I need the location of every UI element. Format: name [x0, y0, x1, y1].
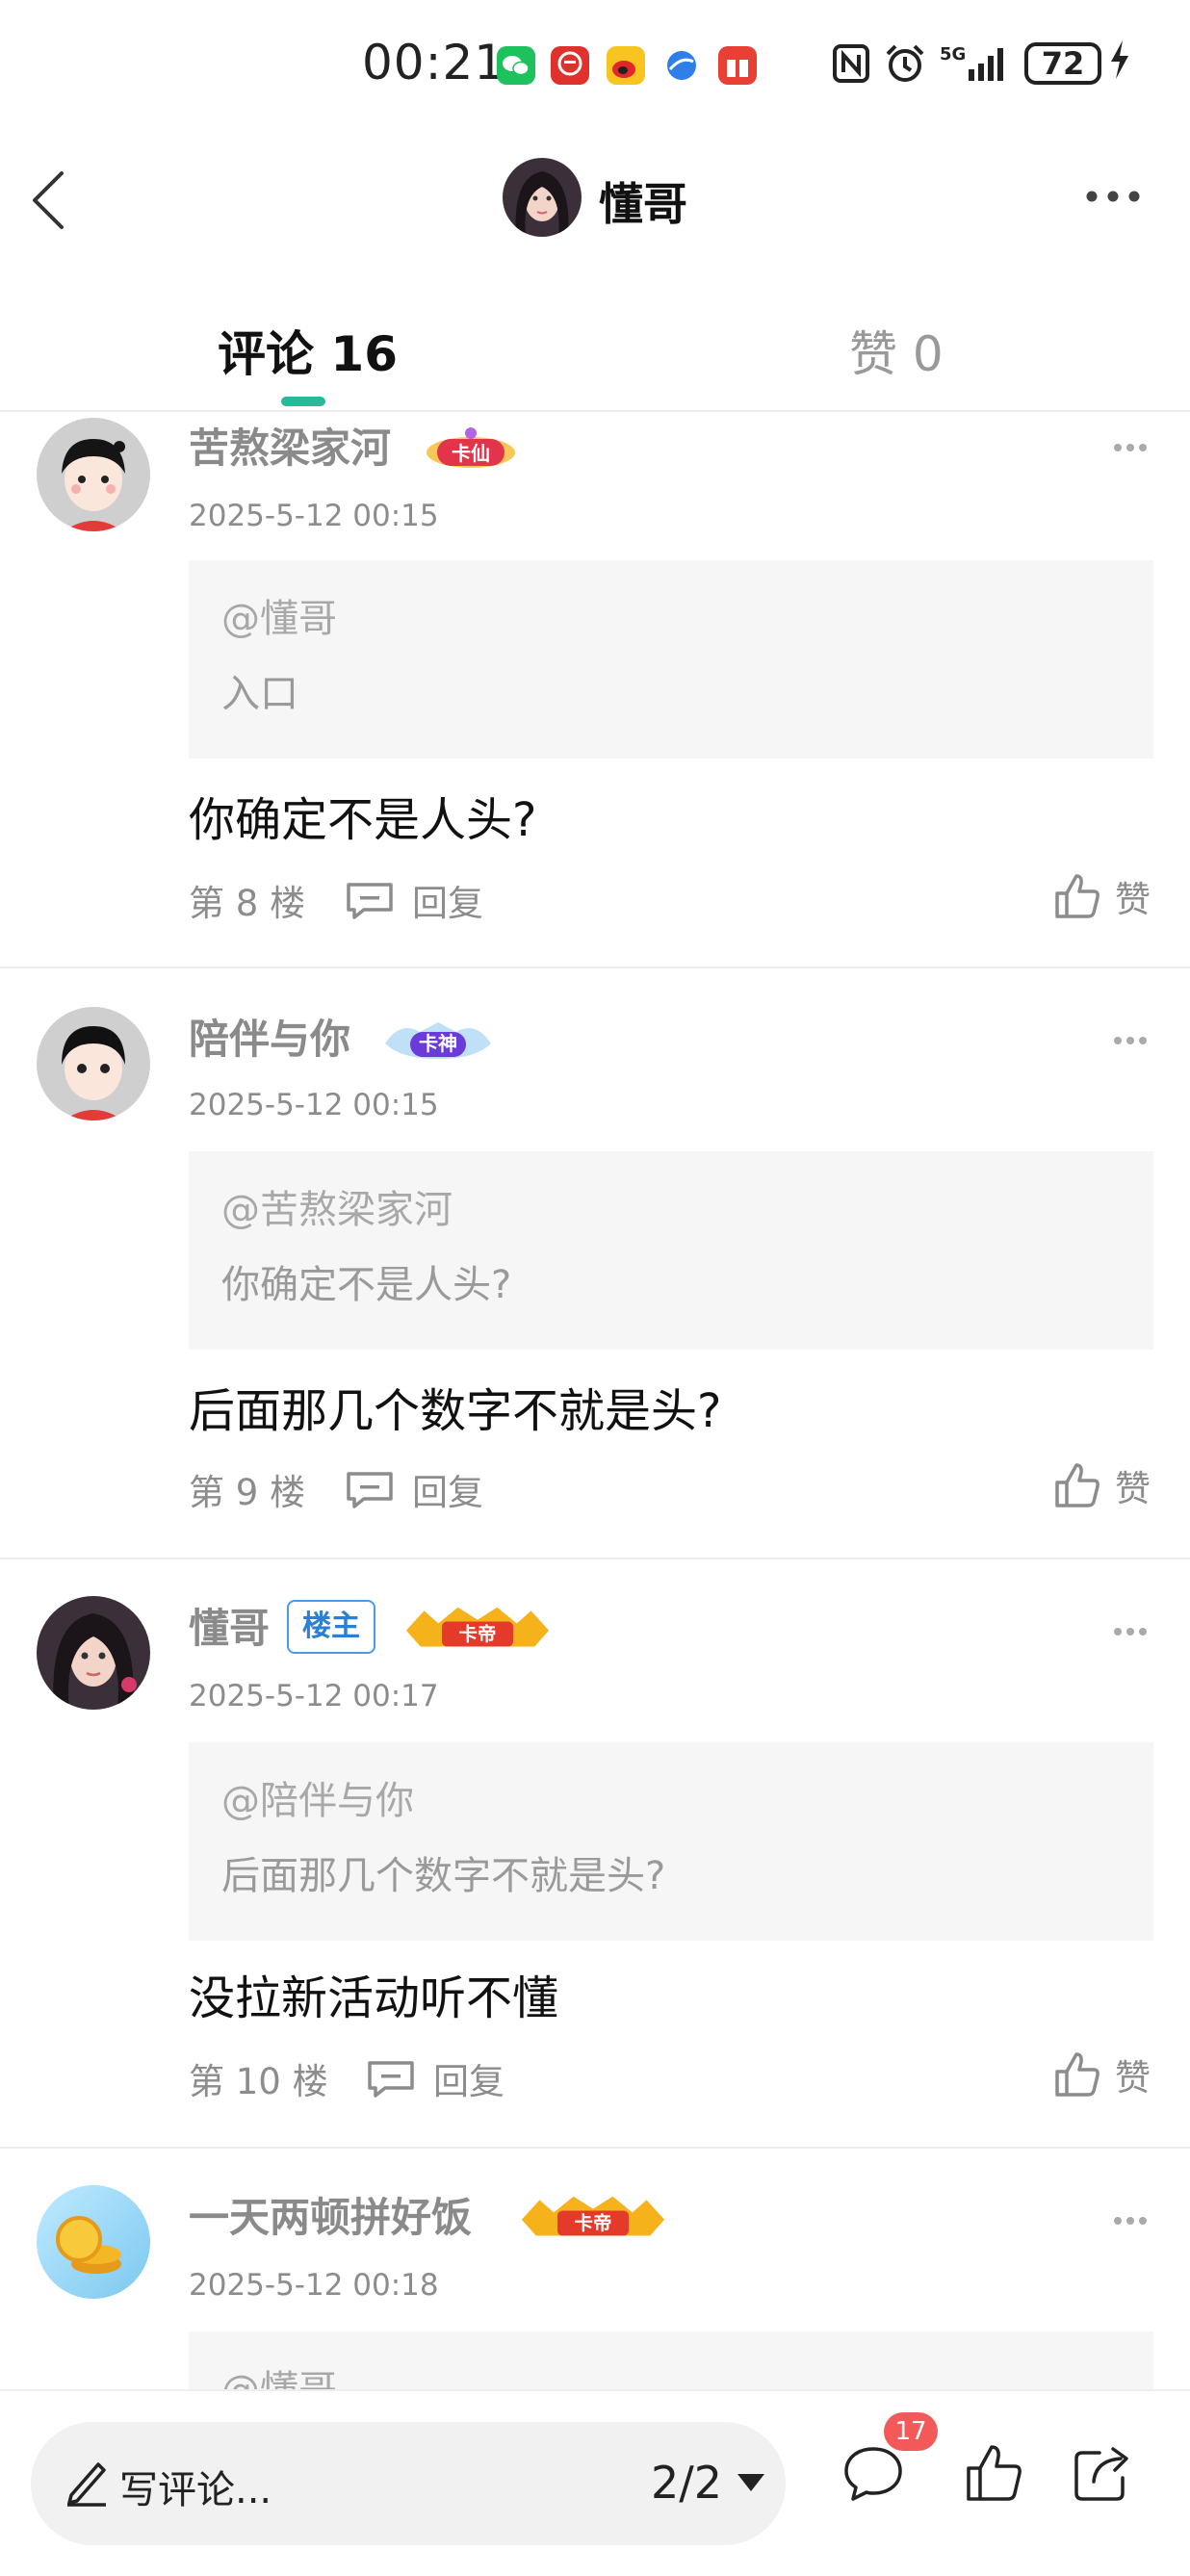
page-title: 懂哥 — [599, 178, 687, 230]
page-indicator[interactable]: 2/2 — [651, 2457, 722, 2509]
signal-icon: 5G — [940, 44, 1003, 81]
thumbs-up-icon — [1055, 874, 1099, 918]
comment-timestamp: 2025-5-12 00:17 — [189, 1679, 439, 1713]
comment-more-icon[interactable] — [1113, 1036, 1148, 1045]
reply-button[interactable]: 回复 — [366, 2052, 504, 2104]
owner-tag: 楼主 — [287, 1600, 375, 1654]
avatar[interactable] — [37, 418, 150, 531]
comment-text: 后面那几个数字不就是头? — [189, 1384, 722, 1438]
share-icon[interactable] — [1071, 2441, 1134, 2505]
bottom-action-bar: 写评论... 2/2 17 — [0, 2389, 1190, 2576]
tab-comments[interactable]: 评论 16 — [218, 316, 398, 385]
svg-text:卡仙: 卡仙 — [452, 442, 490, 465]
comment-text: 你确定不是人头? — [189, 793, 537, 847]
status-time: 00:21 — [362, 35, 506, 90]
comment-timestamp: 2025-5-12 00:18 — [189, 2268, 439, 2303]
charging-icon — [1107, 39, 1132, 90]
tab-likes[interactable]: 赞 0 — [849, 316, 944, 385]
comment-item: 陪伴与你 卡神 2025-5-12 00:15 @苦熬梁家河 你确定不是人头? … — [0, 968, 1190, 1559]
svg-text:5G: 5G — [940, 44, 966, 64]
comment-icon[interactable] — [841, 2441, 905, 2505]
tab-active-indicator — [281, 397, 325, 406]
app-gift-icon — [718, 46, 757, 85]
avatar[interactable] — [37, 2185, 150, 2299]
thumbs-up-icon — [1055, 2052, 1099, 2097]
comment-more-icon[interactable] — [1113, 1627, 1148, 1636]
comment-more-icon[interactable] — [1113, 443, 1148, 452]
reply-label: 回复 — [412, 883, 483, 924]
floor-number: 第 8 楼 — [189, 883, 306, 924]
comment-count-badge: 17 — [884, 2412, 938, 2451]
floor-number: 第 9 楼 — [189, 1472, 306, 1513]
comment-input-placeholder: 写评论... — [119, 2468, 272, 2512]
wechat-icon — [497, 46, 535, 85]
like-label: 赞 — [1115, 879, 1151, 920]
quoted-username: @懂哥 — [221, 2358, 337, 2389]
like-button[interactable]: 赞 — [1053, 870, 1151, 922]
thumbs-up-icon[interactable] — [963, 2441, 1026, 2505]
comment-item: 一天两顿拼好饭 卡帝 2025-5-12 00:18 @懂哥 — [0, 2149, 1190, 2389]
comment-username[interactable]: 苦熬梁家河 — [189, 416, 391, 475]
comment-timestamp: 2025-5-12 00:15 — [189, 1088, 439, 1122]
comment-input[interactable]: 写评论... 2/2 — [31, 2422, 786, 2545]
level-badge-kadi: 卡帝 — [405, 1607, 550, 1647]
reply-button[interactable]: 回复 — [345, 874, 483, 926]
weibo-icon — [607, 46, 645, 85]
comment-timestamp: 2025-5-12 00:15 — [189, 499, 439, 533]
chevron-down-icon[interactable] — [737, 2474, 764, 2491]
comment-username[interactable]: 懂哥 — [189, 1596, 270, 1655]
quoted-text: 你确定不是人头? — [221, 1263, 512, 1307]
quoted-username: @陪伴与你 — [221, 1779, 414, 1823]
quoted-comment[interactable]: @懂哥 入口 — [189, 560, 1153, 759]
reply-button[interactable]: 回复 — [345, 1463, 483, 1515]
pencil-icon — [67, 2462, 106, 2507]
quoted-text: 后面那几个数字不就是头? — [221, 1854, 666, 1898]
more-options-icon[interactable] — [1084, 189, 1142, 204]
tab-bar: 评论 16 赞 0 — [0, 289, 1190, 412]
reply-label: 回复 — [412, 1472, 483, 1513]
top-nav: 懂哥 — [0, 135, 1190, 260]
battery-indicator: 72 — [1024, 42, 1101, 85]
level-badge-kaxian: 卡仙 — [427, 427, 515, 468]
comment-item: 懂哥 楼主 卡帝 2025-5-12 00:17 @陪伴与你 后面那几个数字不就… — [0, 1559, 1190, 2149]
app-red-icon — [551, 46, 589, 85]
quoted-text: 入口 — [221, 672, 298, 716]
like-label: 赞 — [1115, 2057, 1151, 2099]
like-button[interactable]: 赞 — [1053, 2048, 1151, 2100]
level-badge-kadi: 卡帝 — [521, 2196, 665, 2236]
svg-text:卡帝: 卡帝 — [459, 1623, 497, 1645]
svg-text:卡帝: 卡帝 — [575, 2212, 612, 2234]
alarm-icon — [886, 44, 924, 82]
reply-icon — [347, 883, 393, 919]
like-button[interactable]: 赞 — [1053, 1459, 1151, 1511]
quoted-username: @懂哥 — [221, 597, 337, 641]
quoted-comment[interactable]: @陪伴与你 后面那几个数字不就是头? — [189, 1742, 1153, 1941]
comment-item: 苦熬梁家河 卡仙 2025-5-12 00:15 @懂哥 入口 你确定不是人头?… — [0, 414, 1190, 968]
quoted-username: @苦熬梁家河 — [221, 1188, 453, 1232]
thumbs-up-icon — [1055, 1463, 1099, 1507]
author-avatar[interactable] — [503, 158, 582, 237]
svg-text:卡神: 卡神 — [419, 1032, 457, 1055]
comment-more-icon[interactable] — [1113, 2216, 1148, 2226]
avatar[interactable] — [37, 1596, 150, 1710]
comment-username[interactable]: 一天两顿拼好饭 — [189, 2185, 472, 2244]
level-badge-kashen: 卡神 — [385, 1022, 491, 1059]
back-icon[interactable] — [27, 169, 69, 231]
like-label: 赞 — [1115, 1468, 1151, 1509]
status-system-icons: 5G — [832, 42, 1013, 85]
quoted-comment[interactable]: @懂哥 — [189, 2331, 1153, 2389]
avatar[interactable] — [37, 1007, 150, 1121]
nfc-icon — [833, 44, 869, 83]
comment-text: 没拉新活动听不懂 — [189, 1971, 559, 2025]
floor-number: 第 10 楼 — [189, 2061, 328, 2102]
quoted-comment[interactable]: @苦熬梁家河 你确定不是人头? — [189, 1151, 1153, 1350]
reply-icon — [368, 2061, 414, 2098]
status-bar: 00:21 5G 72 — [0, 0, 1190, 135]
reply-label: 回复 — [433, 2061, 504, 2102]
comment-username[interactable]: 陪伴与你 — [189, 1007, 350, 1066]
browser-icon — [662, 46, 701, 85]
reply-icon — [347, 1472, 393, 1508]
